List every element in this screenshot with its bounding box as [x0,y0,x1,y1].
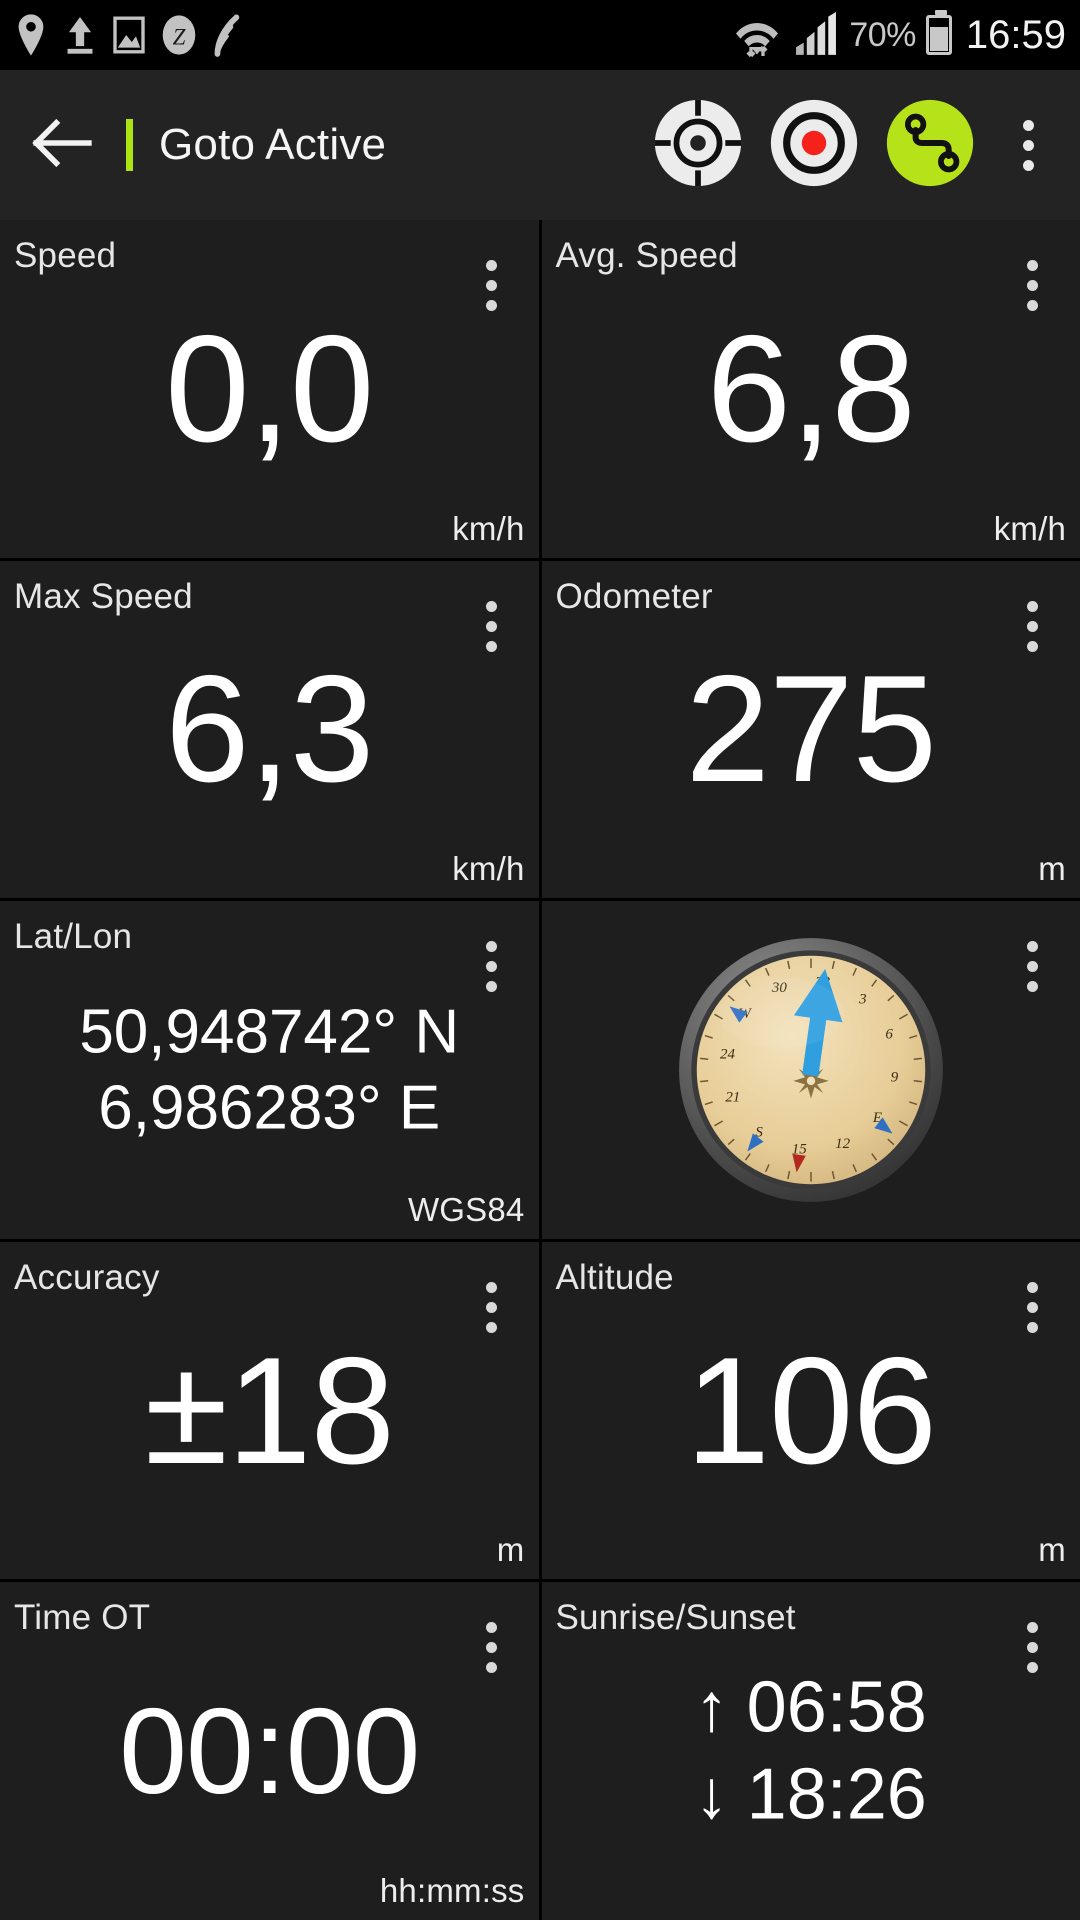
route-icon [884,97,976,194]
tile-time-ot[interactable]: Time OT 00:00 hh:mm:ss [0,1582,539,1920]
status-bar: Z 70% 16:59 [0,0,1080,70]
tile-speed[interactable]: Speed 0,0 km/h [0,220,539,558]
tile-unit: m [496,1531,525,1569]
tile-value: ±18 [144,1325,395,1496]
tile-unit: hh:mm:ss [379,1871,525,1909]
overflow-menu-icon [1022,119,1034,131]
tile-menu-button[interactable] [1027,941,1038,993]
back-arrow-icon [30,118,92,173]
dashboard-grid: Speed 0,0 km/h Avg. Speed 6,8 km/h Max S… [0,220,1080,1920]
tile-menu-button[interactable] [1027,1281,1038,1333]
signal-bars-icon [793,12,839,58]
page-title: Goto Active [159,120,387,169]
crosshair-icon [652,97,744,194]
tile-avg-speed[interactable]: Avg. Speed 6,8 km/h [538,220,1080,558]
sunrise-time: 06:58 [746,1667,927,1748]
tile-label: Avg. Speed [555,236,738,275]
tile-menu-button[interactable] [485,1622,497,1674]
route-button[interactable] [882,97,978,193]
tile-value: 00:00 [119,1683,420,1820]
tile-label: Lat/Lon [14,917,133,957]
tile-menu-button[interactable] [485,260,497,311]
tile-sunrise-sunset[interactable]: Sunrise/Sunset ↑ 06:58 ↓ 18:26 [538,1582,1080,1920]
sunset-row: ↓ 18:26 [552,1751,1071,1837]
tile-label: Sunrise/Sunset [555,1598,796,1638]
sunrise-arrow-icon: ↑ [694,1669,729,1746]
tile-value: 275 [685,644,937,815]
tile-accuracy[interactable]: Accuracy ±18 m [0,1241,539,1580]
tile-unit: km/h [452,850,525,888]
tile-lat-lon[interactable]: Lat/Lon 50,948742° N 6,986283° E WGS84 [0,901,539,1239]
status-bar-right-icons: 70% 16:59 [731,10,1066,59]
tile-value: ↑ 06:58 ↓ 18:26 [542,1665,1080,1838]
tile-altitude[interactable]: Altitude 106 m [538,1241,1080,1580]
svg-text:21: 21 [725,1090,740,1106]
svg-text:9: 9 [891,1070,899,1086]
action-bar-buttons [650,97,1062,193]
tile-label: Speed [14,236,117,275]
zello-icon: Z [160,13,198,57]
dashboard-row: Time OT 00:00 hh:mm:ss Sunrise/Sunset ↑ … [0,1579,1080,1920]
tile-menu-button[interactable] [485,941,497,993]
dashboard-row: Lat/Lon 50,948742° N 6,986283° E WGS84 3… [0,898,1080,1239]
tile-label: Odometer [555,576,713,616]
back-button[interactable] [18,102,104,188]
tile-unit: km/h [993,509,1066,547]
tile-unit: km/h [452,509,525,547]
tile-value: 106 [685,1325,937,1496]
status-bar-left-icons: Z [14,13,250,57]
dashboard-row: Max Speed 6,3 km/h Odometer 275 m [0,557,1080,899]
tile-value: 50,948742° N 6,986283° E [79,997,460,1142]
tile-value: 0,0 [165,303,374,474]
title-accent-bar [126,119,133,171]
image-icon [112,14,146,56]
battery-percent-label: 70% [849,15,916,54]
svg-text:24: 24 [720,1046,735,1062]
location-pin-icon [14,13,48,57]
tile-unit: WGS84 [407,1190,525,1228]
svg-text:3: 3 [858,992,866,1008]
battery-icon [925,10,952,55]
compass-icon: N 3 6 9 E [678,938,943,1202]
tile-odometer[interactable]: Odometer 275 m [538,560,1080,899]
svg-text:Z: Z [173,24,187,50]
tile-unit: m [1038,1531,1066,1569]
action-bar: Goto Active [0,70,1080,220]
tile-menu-button[interactable] [1027,260,1038,311]
tile-menu-button[interactable] [485,1281,497,1333]
tile-menu-button[interactable] [1027,600,1038,652]
tile-label: Accuracy [14,1257,160,1297]
sunset-arrow-icon: ↓ [694,1756,729,1833]
tile-label: Time OT [14,1598,151,1638]
compass-widget: N 3 6 9 E [675,934,947,1206]
sunrise-row: ↑ 06:58 [552,1665,1071,1751]
tile-label: Altitude [555,1257,674,1297]
record-button[interactable] [766,97,862,193]
dashboard-row: Accuracy ±18 m Altitude 106 m [0,1238,1080,1580]
tile-unit: m [1038,850,1066,888]
app-root: Z 70% 16:59 Goto Active Speed 0,0 km/h A… [0,0,1080,1920]
wifi-icon [731,11,783,59]
overflow-menu-button[interactable] [998,97,1058,193]
svg-text:6: 6 [885,1026,893,1042]
cast-icon [212,13,250,57]
record-dot-icon [768,97,860,194]
tile-max-speed[interactable]: Max Speed 6,3 km/h [0,560,539,899]
tile-value: 6,3 [165,644,374,815]
sunset-time: 18:26 [746,1754,927,1835]
crosshair-target-button[interactable] [650,97,746,193]
dashboard-row: Speed 0,0 km/h Avg. Speed 6,8 km/h [0,220,1080,558]
tile-compass[interactable]: N 3 6 9 E [538,901,1080,1239]
upload-icon [62,14,98,56]
svg-text:12: 12 [835,1136,850,1152]
tile-label: Max Speed [14,576,193,616]
tile-menu-button[interactable] [485,600,497,652]
tile-value: 6,8 [706,303,916,474]
status-bar-clock: 16:59 [965,12,1066,57]
